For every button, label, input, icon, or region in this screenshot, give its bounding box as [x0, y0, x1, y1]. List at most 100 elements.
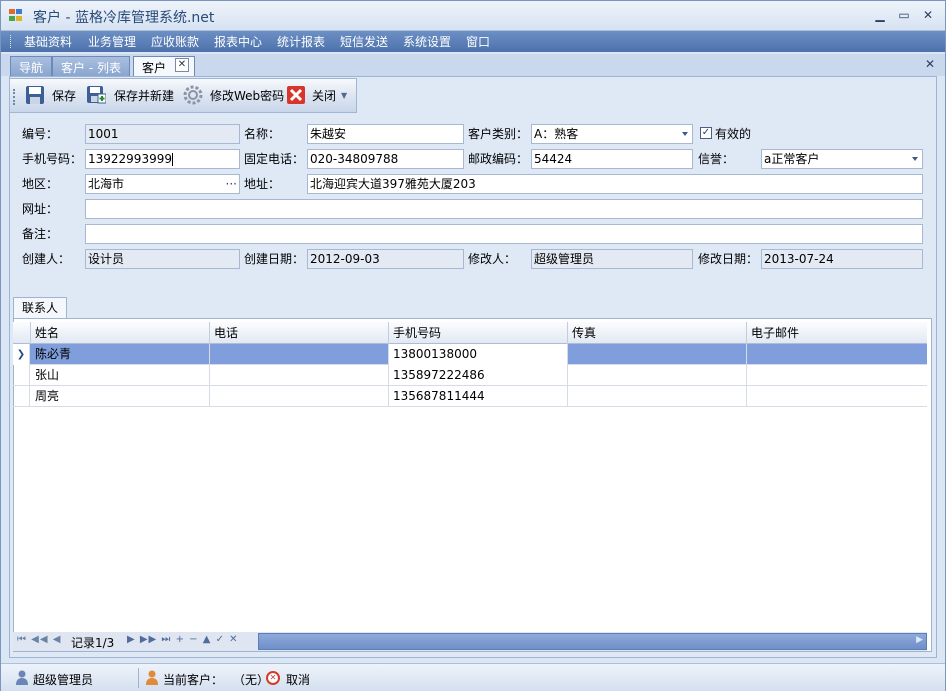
website-field[interactable]: [85, 199, 923, 219]
chevron-down-icon: [912, 157, 918, 161]
creator-field: 设计员: [85, 249, 240, 269]
cell-mobile[interactable]: 135897222486: [389, 365, 568, 386]
horizontal-scrollbar[interactable]: ▶: [258, 633, 927, 650]
cell-fax[interactable]: [568, 344, 747, 365]
save-button[interactable]: 保存: [52, 84, 76, 108]
cell-name[interactable]: 陈必青: [31, 344, 210, 365]
region-label: 地区：: [22, 177, 59, 191]
cell-email[interactable]: [747, 365, 927, 386]
text-caret: [171, 153, 173, 166]
column-header-phone[interactable]: 电话: [210, 322, 389, 344]
close-window-icon[interactable]: ✕: [919, 7, 937, 23]
region-value: 北海市: [88, 177, 125, 191]
phone-field[interactable]: 020-34809788: [307, 149, 464, 169]
customer-icon: [146, 670, 158, 685]
cell-phone[interactable]: [210, 344, 389, 365]
cell-name[interactable]: 周亮: [31, 386, 210, 407]
toolbar-overflow-icon[interactable]: ▼: [341, 91, 347, 100]
cell-fax[interactable]: [568, 386, 747, 407]
mobile-field[interactable]: 13922993999: [85, 149, 240, 169]
save-new-icon: [87, 86, 106, 104]
menu-window[interactable]: 窗口: [466, 33, 490, 50]
cell-email[interactable]: [747, 344, 927, 365]
document-tabstrip: 导航 客户 - 列表 客户: [1, 54, 945, 76]
category-select[interactable]: A：熟客: [531, 124, 693, 144]
menubar-grip: [10, 35, 13, 48]
menu-receivables[interactable]: 应收账款: [151, 33, 199, 50]
menu-bar: 基础资料 业务管理 应收账款 报表中心 统计报表 短信发送 系统设置 窗口: [1, 31, 945, 52]
status-separator: [138, 668, 139, 688]
column-header-email[interactable]: 电子邮件: [747, 322, 927, 344]
remark-label: 备注：: [22, 227, 59, 241]
tab-contacts[interactable]: 联系人: [13, 297, 67, 318]
menu-basic-data[interactable]: 基础资料: [24, 33, 72, 50]
valid-label: 有效的: [715, 127, 752, 141]
window-title: 客户 - 蓝格冷库管理系统.net: [33, 10, 215, 26]
cell-name[interactable]: 张山: [31, 365, 210, 386]
created-field: 2012-09-03: [307, 249, 464, 269]
ellipsis-icon[interactable]: ···: [226, 175, 237, 193]
change-web-password-button[interactable]: 修改Web密码: [210, 84, 284, 108]
website-label: 网址：: [22, 202, 59, 216]
menu-statistics[interactable]: 统计报表: [277, 33, 325, 50]
modified-label: 修改日期：: [698, 252, 759, 266]
grid-header: 姓名 电话 手机号码 传真 电子邮件: [13, 322, 927, 344]
close-document-icon[interactable]: ✕: [925, 57, 935, 71]
cell-mobile[interactable]: 135687811444: [389, 386, 568, 407]
column-header-fax[interactable]: 传真: [568, 322, 747, 344]
remark-field[interactable]: [85, 224, 923, 244]
cell-email[interactable]: [747, 386, 927, 407]
cell-phone[interactable]: [210, 365, 389, 386]
gear-icon: [183, 85, 203, 105]
cell-fax[interactable]: [568, 365, 747, 386]
row-indicator-icon: ❯: [13, 344, 30, 365]
table-row[interactable]: 张山 135897222486: [13, 365, 927, 386]
close-red-icon: [287, 86, 305, 104]
tab-customer-list[interactable]: 客户 - 列表: [52, 56, 130, 76]
modified-field: 2013-07-24: [761, 249, 923, 269]
name-field[interactable]: 朱越安: [307, 124, 464, 144]
credit-value: a正常客户: [764, 152, 820, 166]
table-row[interactable]: 周亮 135687811444: [13, 386, 927, 407]
scroll-right-icon[interactable]: ▶: [916, 635, 923, 645]
close-button[interactable]: 关闭: [312, 84, 336, 108]
postcode-label: 邮政编码：: [468, 152, 529, 166]
region-picker[interactable]: 北海市 ···: [85, 174, 240, 194]
modifier-field: 超级管理员: [531, 249, 693, 269]
title-bar: 客户 - 蓝格冷库管理系统.net ▁ ▭ ✕: [1, 1, 945, 31]
toolbar: 保存 保存并新建 修改Web密码 关闭: [9, 78, 357, 113]
header-indicator: [13, 322, 31, 344]
save-and-new-button[interactable]: 保存并新建: [114, 84, 174, 108]
app-window: 客户 - 蓝格冷库管理系统.net ▁ ▭ ✕ 基础资料 业务管理 应收账款 报…: [0, 0, 946, 691]
restore-icon[interactable]: ▭: [895, 7, 913, 23]
table-row[interactable]: ❯ 陈必青 13800138000: [13, 344, 927, 365]
navigator-record-text: 记录1/3: [71, 636, 115, 650]
minimize-icon[interactable]: ▁: [871, 7, 889, 23]
nav-first-prev-icons[interactable]: ⏮ ◀◀ ◀: [17, 634, 61, 645]
address-field[interactable]: 北海迎宾大道397雅苑大厦203: [307, 174, 923, 194]
column-header-mobile[interactable]: 手机号码: [389, 322, 568, 344]
cell-mobile[interactable]: 13800138000: [389, 344, 568, 365]
cancel-icon[interactable]: ✕: [266, 671, 280, 685]
menu-settings[interactable]: 系统设置: [403, 33, 451, 50]
credit-select[interactable]: a正常客户: [761, 149, 923, 169]
created-label: 创建日期：: [244, 252, 305, 266]
current-customer-label: 当前客户：: [163, 673, 224, 687]
menu-reports[interactable]: 报表中心: [214, 33, 262, 50]
cell-phone[interactable]: [210, 386, 389, 407]
tab-navigation[interactable]: 导航: [10, 56, 53, 76]
column-header-name[interactable]: 姓名: [31, 322, 210, 344]
tab-close-icon[interactable]: ✕: [175, 58, 189, 72]
status-user: 超级管理员: [33, 673, 94, 687]
category-label: 客户类别：: [468, 127, 529, 141]
menu-business[interactable]: 业务管理: [88, 33, 136, 50]
valid-checkbox[interactable]: ✓: [700, 127, 712, 139]
cancel-link[interactable]: 取消: [286, 671, 310, 688]
user-icon: [16, 670, 28, 685]
menu-sms[interactable]: 短信发送: [340, 33, 388, 50]
code-field[interactable]: 1001: [85, 124, 240, 144]
postcode-field[interactable]: 54424: [531, 149, 693, 169]
modifier-label: 修改人：: [468, 252, 517, 266]
row-indicator: [13, 365, 30, 386]
nav-next-last-edit-icons[interactable]: ▶ ▶▶ ⏭ + − ▲ ✓ ✕: [127, 634, 239, 645]
